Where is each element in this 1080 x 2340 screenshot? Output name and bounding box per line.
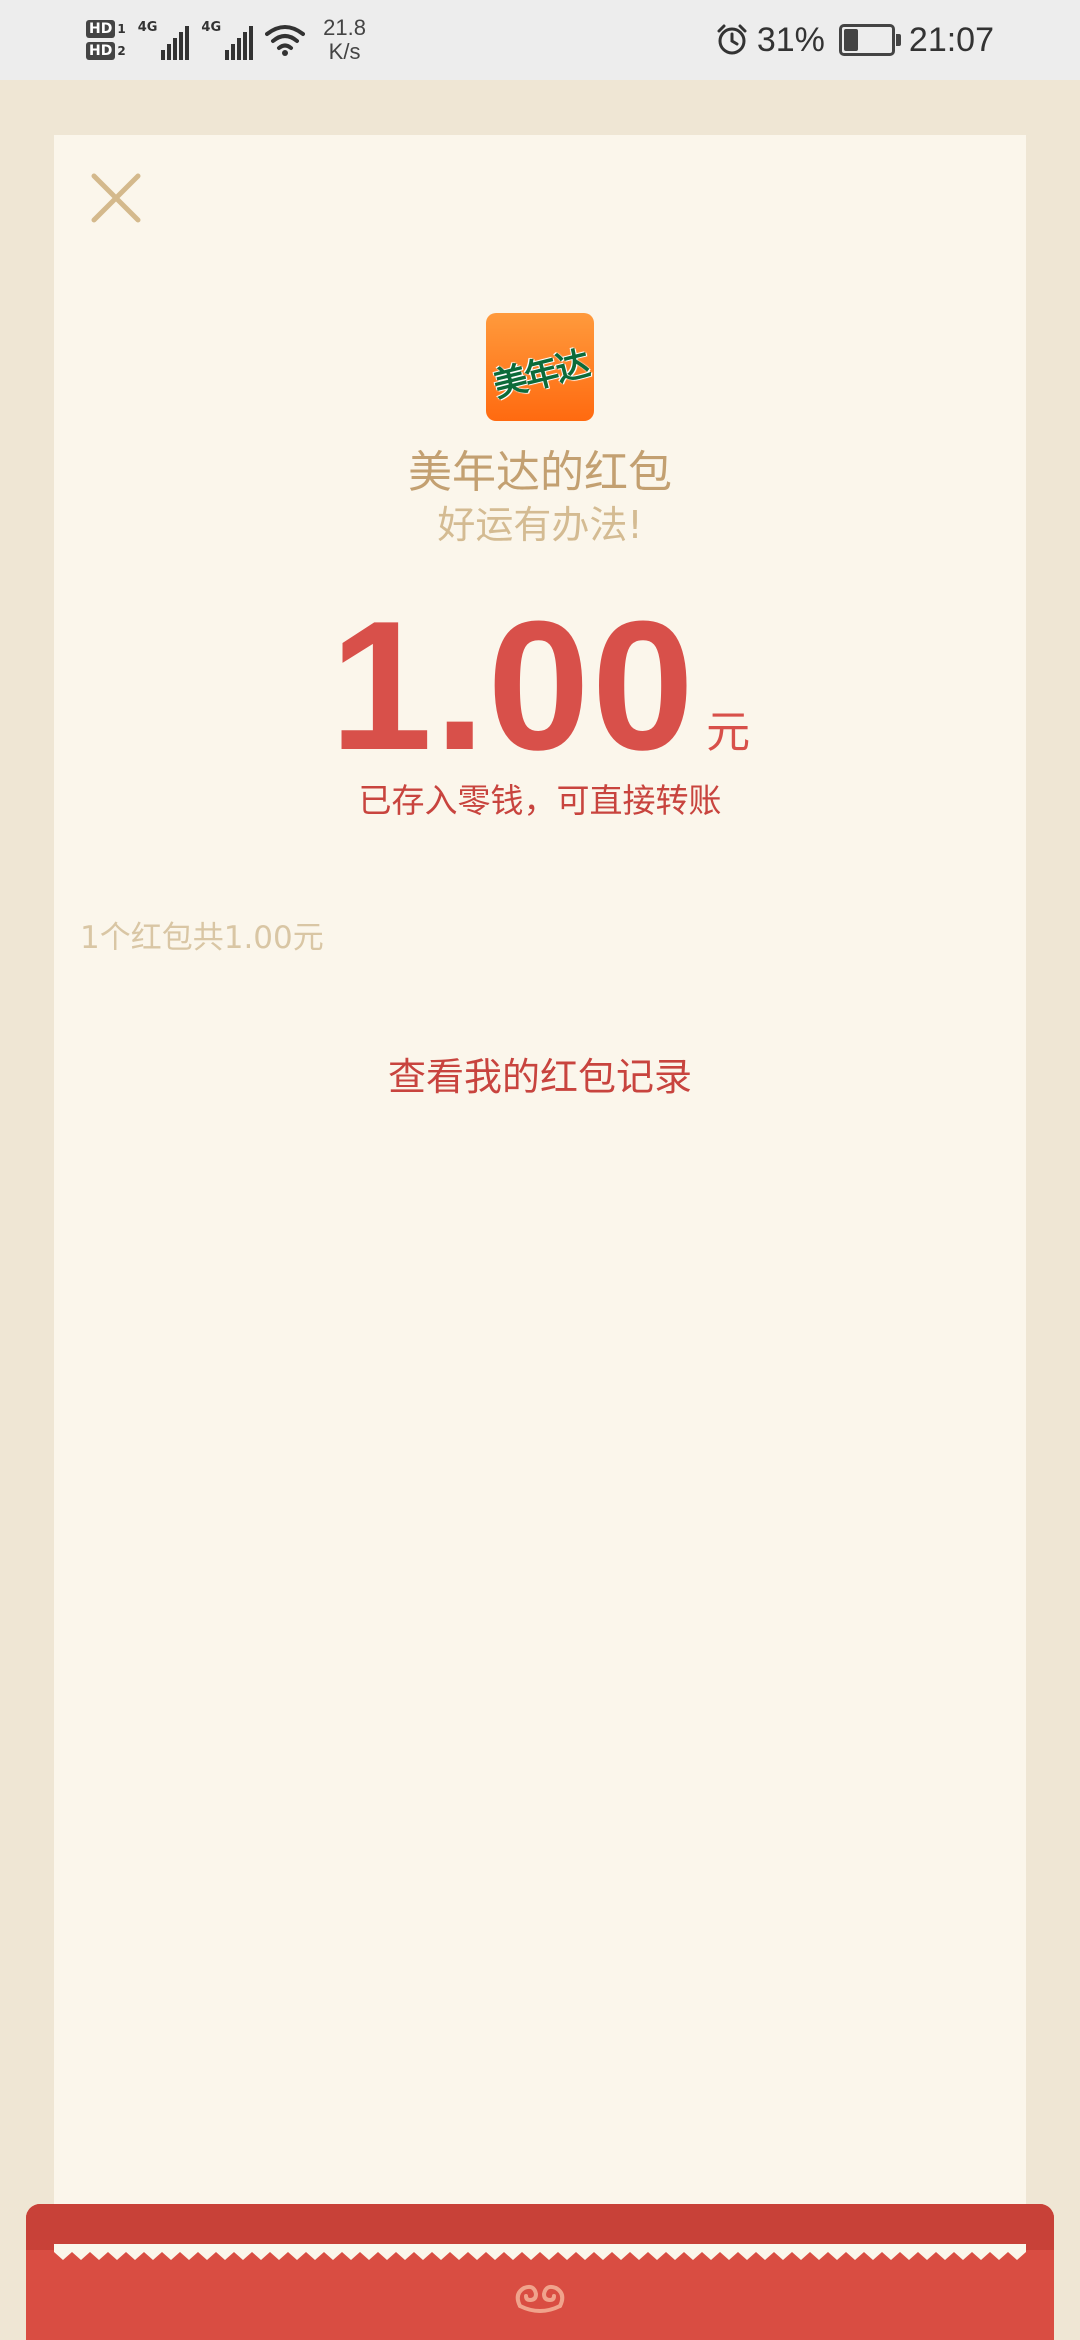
signal-2-icon: 4G	[201, 20, 254, 60]
battery-percent: 31%	[756, 20, 825, 59]
status-bar-left: HD 1 HD 2 4G 4G 21.8 K/s	[86, 10, 366, 70]
amount-row: 1.00 元	[0, 582, 1080, 788]
close-icon[interactable]	[88, 170, 144, 226]
status-bar: HD 1 HD 2 4G 4G 21.8 K/s 31% 21:07	[0, 0, 1080, 80]
sender-logo: 美年达	[486, 313, 594, 421]
wish-text: 好运有办法!	[437, 503, 643, 547]
amount-value: 1.00	[329, 582, 697, 788]
red-packet-detail-screen: HD 1 HD 2 4G 4G 21.8 K/s 31% 21:07 美年达 美…	[0, 0, 1080, 2340]
amount-unit: 元	[706, 707, 751, 758]
signal-1-icon: 4G	[138, 20, 190, 60]
zigzag-edge	[54, 2244, 1026, 2260]
view-records-link[interactable]: 查看我的红包记录	[0, 1046, 1080, 1101]
deposit-note: 已存入零钱，可直接转账	[358, 781, 722, 820]
sender-title: 美年达的红包	[408, 447, 672, 498]
clock: 21:07	[908, 20, 994, 59]
packet-summary: 1个红包共1.00元	[80, 920, 324, 956]
status-bar-right: 31% 21:07	[715, 12, 994, 68]
hd1-indicator: HD 1	[86, 20, 126, 38]
battery-icon	[838, 24, 901, 56]
network-speed: 21.8 K/s	[323, 15, 366, 64]
alarm-icon	[717, 24, 747, 55]
hd-indicators: HD 1 HD 2	[86, 20, 126, 60]
cloud-emblem-icon	[515, 2284, 565, 2313]
wifi-icon	[265, 25, 306, 56]
hd2-indicator: HD 2	[86, 42, 126, 60]
battery-level-fill	[843, 29, 858, 51]
